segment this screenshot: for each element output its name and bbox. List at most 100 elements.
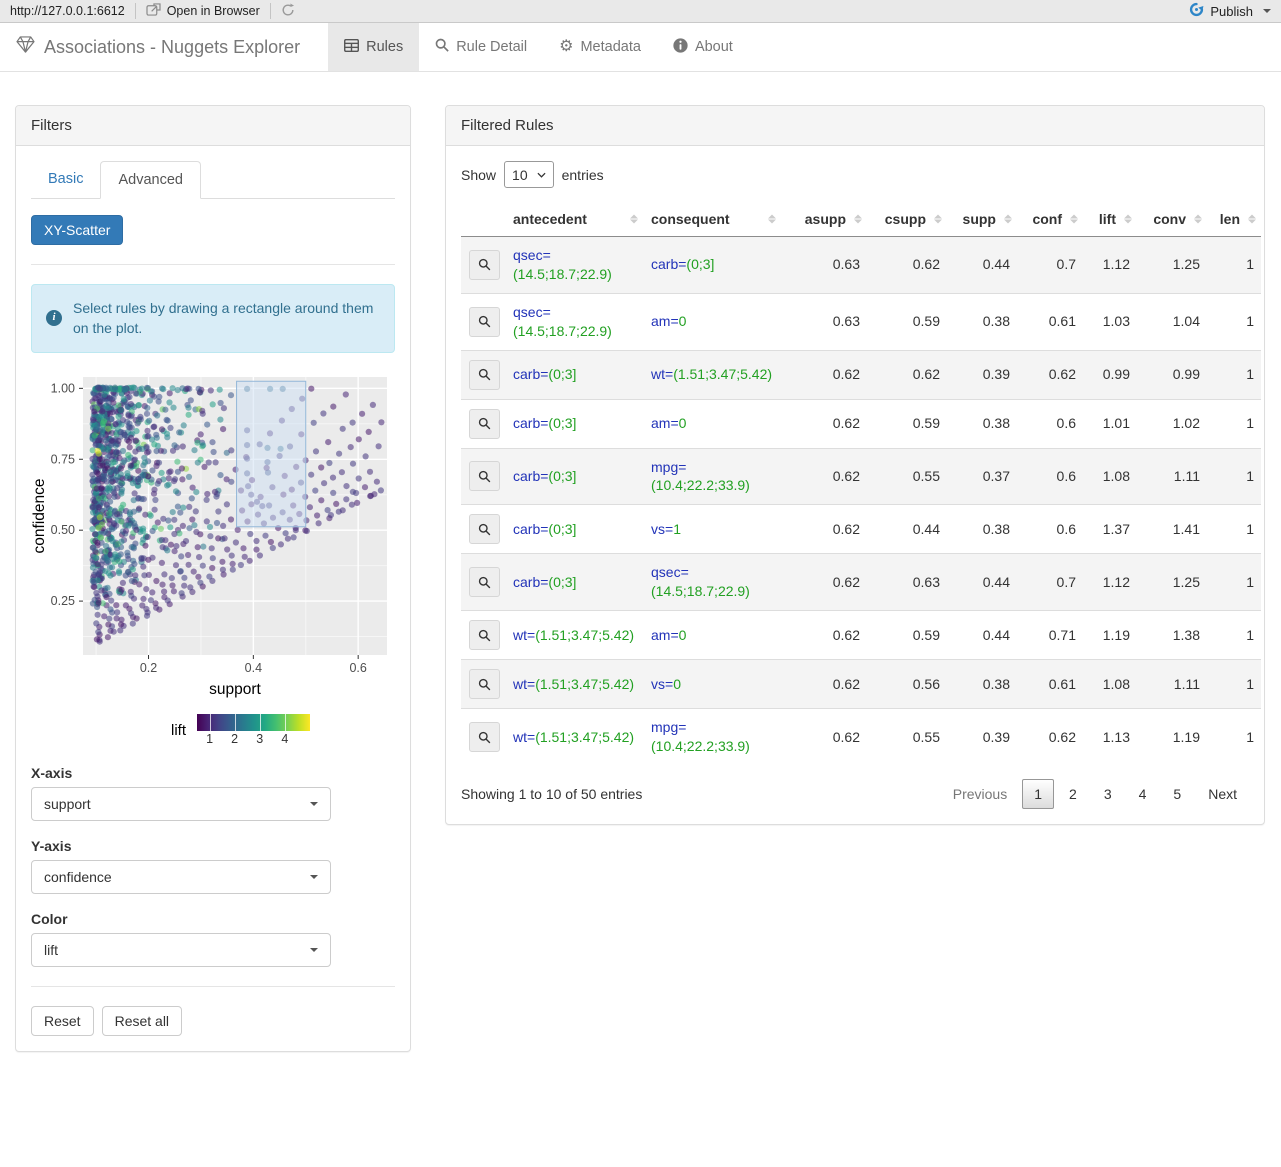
column-header-conv[interactable]: conv xyxy=(1137,202,1207,237)
cell-antecedent: carb=(0;3] xyxy=(505,448,643,505)
publish-button[interactable]: Publish xyxy=(1210,4,1253,19)
column-header-supp[interactable]: supp xyxy=(947,202,1017,237)
tab-rules[interactable]: Rules xyxy=(328,23,420,71)
cell-actions xyxy=(461,399,505,448)
cell-consequent: mpg= (10.4;22.2;33.9) xyxy=(643,448,781,505)
pagination-page-5[interactable]: 5 xyxy=(1161,779,1193,809)
cell-consequent: mpg= (10.4;22.2;33.9) xyxy=(643,709,781,765)
filters-panel-body: Basic Advanced XY-Scatter i Select rules… xyxy=(16,146,410,1051)
y-axis-select-value: confidence xyxy=(44,868,112,885)
tab-basic[interactable]: Basic xyxy=(31,161,100,199)
cell-consequent: wt=(1.51;3.47;5.42) xyxy=(643,350,781,399)
cell-conf: 0.7 xyxy=(1056,573,1076,590)
inspect-rule-button[interactable] xyxy=(469,669,500,700)
cell-actions xyxy=(461,505,505,554)
inspect-rule-button[interactable] xyxy=(469,249,500,280)
consequent-value: (1.51;3.47;5.42) xyxy=(673,366,773,383)
pagination-page-2[interactable]: 2 xyxy=(1057,779,1089,809)
filtered-rules-body: Show 10 entries antecedent consequent asup… xyxy=(446,146,1264,824)
cell-conf: 0.61 xyxy=(1048,313,1076,330)
pagination: Previous 1 2 3 4 5 Next xyxy=(938,778,1249,809)
refresh-icon[interactable] xyxy=(281,3,295,20)
reset-button[interactable]: Reset xyxy=(31,1005,94,1036)
inspect-rule-button[interactable] xyxy=(469,306,500,337)
column-label: conf xyxy=(1032,211,1062,227)
column-header-actions xyxy=(461,202,505,237)
main-content: Filters Basic Advanced XY-Scatter i Sele… xyxy=(0,105,1281,1052)
tab-advanced[interactable]: Advanced xyxy=(100,161,201,199)
legend-tick-label: 1 xyxy=(206,731,214,746)
tab-rule-detail[interactable]: Rule Detail xyxy=(419,23,543,71)
color-select[interactable]: lift xyxy=(31,932,331,967)
antecedent-value: (0;3] xyxy=(548,520,577,537)
x-axis-select[interactable]: support xyxy=(31,786,331,821)
pagination-next[interactable]: Next xyxy=(1196,779,1249,809)
cell-supp: 0.44 xyxy=(982,573,1010,590)
pagination-page-4[interactable]: 4 xyxy=(1127,779,1159,809)
column-header-consequent[interactable]: consequent xyxy=(643,202,781,237)
inspect-rule-button[interactable] xyxy=(469,514,500,545)
cell-supp: 0.39 xyxy=(982,728,1010,745)
cell-actions xyxy=(461,660,505,709)
xy-scatter-button[interactable]: XY-Scatter xyxy=(31,215,124,245)
cell-conv: 1.02 xyxy=(1172,415,1200,432)
consequent-value: (14.5;18.7;22.9) xyxy=(651,583,750,600)
tab-about[interactable]: About xyxy=(657,23,749,71)
inspect-rule-button[interactable] xyxy=(469,461,500,492)
column-label: asupp xyxy=(804,211,846,227)
sort-icon xyxy=(1124,214,1132,224)
divider xyxy=(31,264,395,265)
x-axis-select-value: support xyxy=(44,795,91,812)
inspect-rule-button[interactable] xyxy=(469,359,500,390)
column-header-lift[interactable]: lift xyxy=(1083,202,1137,237)
cell-conv: 1.04 xyxy=(1172,313,1200,330)
pagination-previous[interactable]: Previous xyxy=(941,779,1019,809)
app-title: Associations - Nuggets Explorer xyxy=(44,36,301,57)
column-header-conf[interactable]: conf xyxy=(1017,202,1083,237)
rules-table: antecedent consequent asupp csupp supp conf li… xyxy=(461,202,1261,765)
cell-conf: 0.62 xyxy=(1048,728,1076,745)
antecedent-value: (0;3] xyxy=(548,468,577,484)
cell-antecedent: carb=(0;3] xyxy=(505,399,643,448)
column-header-len[interactable]: len xyxy=(1207,202,1261,237)
tab-about-label: About xyxy=(694,39,733,55)
cell-len: 1 xyxy=(1246,573,1254,590)
reset-all-button[interactable]: Reset all xyxy=(101,1005,183,1036)
legend-tick-mark xyxy=(209,713,211,731)
cell-lift: 1.37 xyxy=(1102,520,1130,537)
y-axis-select[interactable]: confidence xyxy=(31,859,331,894)
tab-metadata[interactable]: ⚙ Metadata xyxy=(543,23,657,71)
y-axis-label: Y-axis xyxy=(31,837,72,854)
cell-asupp: 0.62 xyxy=(832,728,860,745)
cell-supp: 0.38 xyxy=(982,675,1010,692)
app-brand: Associations - Nuggets Explorer xyxy=(0,23,316,71)
cell-asupp: 0.62 xyxy=(832,468,860,484)
publish-caret-icon[interactable] xyxy=(1263,9,1271,13)
column-label: antecedent xyxy=(513,211,587,227)
inspect-rule-button[interactable] xyxy=(469,408,500,439)
page-size-select[interactable]: 10 xyxy=(504,161,554,188)
table-row: carb=(0;3] wt=(1.51;3.47;5.42) 0.62 0.62 0.3… xyxy=(461,350,1261,400)
open-in-browser-label: Open in Browser xyxy=(166,4,260,18)
consequent-attribute: am= xyxy=(651,626,679,643)
color-label: Color xyxy=(31,910,68,927)
open-in-browser-button[interactable]: Open in Browser xyxy=(146,3,260,19)
pagination-page-3[interactable]: 3 xyxy=(1092,779,1124,809)
sort-icon xyxy=(934,214,942,224)
cell-len: 1 xyxy=(1246,626,1254,643)
table-row: wt=(1.51;3.47;5.42) mpg= (10.4;22.2;33.9) 0… xyxy=(461,708,1261,765)
table-row: wt=(1.51;3.47;5.42) am=0 0.62 0.59 0.44 0.71 1… xyxy=(461,610,1261,660)
antecedent-value: (14.5;18.7;22.9) xyxy=(513,265,612,282)
column-header-antecedent[interactable]: antecedent xyxy=(505,202,643,237)
column-header-asupp[interactable]: asupp xyxy=(781,202,867,237)
inspect-rule-button[interactable] xyxy=(469,722,500,753)
magnifier-icon xyxy=(478,731,491,743)
divider xyxy=(31,985,395,987)
inspect-rule-button[interactable] xyxy=(469,567,500,598)
cell-conf: 0.6 xyxy=(1056,415,1076,432)
column-header-csupp[interactable]: csupp xyxy=(867,202,947,237)
scatter-plot[interactable]: 0.25 0.50 0.75 1.00 0.2 0.4 0.6 support confiden… xyxy=(31,369,395,704)
inspect-rule-button[interactable] xyxy=(469,620,500,651)
cell-actions xyxy=(461,350,505,399)
pagination-page-1[interactable]: 1 xyxy=(1022,778,1055,809)
